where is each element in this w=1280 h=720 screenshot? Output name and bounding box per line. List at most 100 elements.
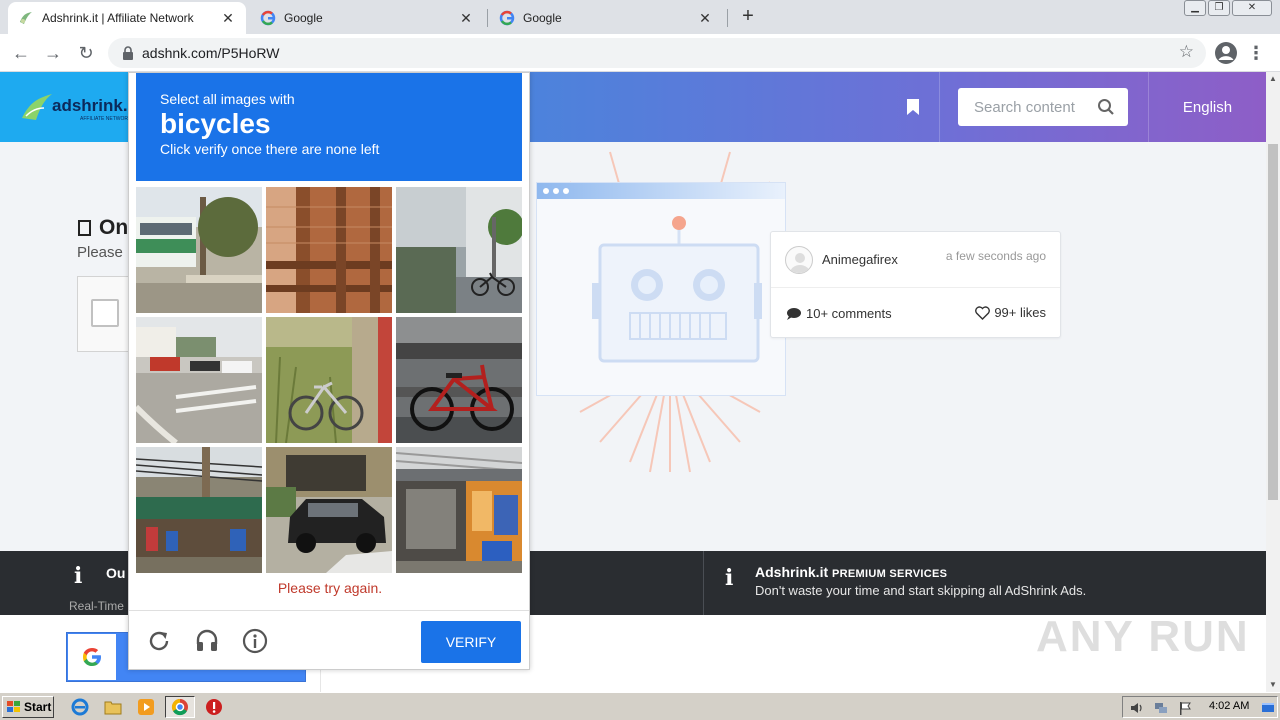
chrome-taskbar-icon[interactable] (165, 696, 195, 718)
info-left-subtitle: Real-Time (69, 599, 124, 613)
antivirus-icon[interactable] (204, 697, 224, 717)
internet-explorer-icon[interactable] (70, 697, 90, 717)
likes-label: 99+ likes (994, 305, 1046, 320)
search-icon (1098, 99, 1114, 115)
image-tile-red-bicycle[interactable] (396, 317, 522, 443)
image-tile-wooden-railing[interactable] (266, 187, 392, 313)
start-button[interactable]: Start (2, 696, 54, 718)
challenge-hint: Click verify once there are none left (160, 141, 380, 157)
language-selector[interactable]: English (1148, 72, 1266, 142)
new-tab-button[interactable]: + (736, 6, 760, 28)
premium-subtitle: PREMIUM SERVICES (832, 568, 948, 580)
google-logo-icon (68, 634, 116, 680)
image-tile-street-with-bus[interactable] (136, 187, 262, 313)
tab-google-1[interactable]: Google ✕ (250, 2, 484, 34)
close-window-button[interactable]: ✕ (1232, 0, 1272, 16)
windows-logo-icon (7, 701, 20, 712)
post-card: Animegafirex a few seconds ago 10+ comme… (770, 231, 1061, 338)
post-time: a few seconds ago (945, 249, 1046, 263)
tab-title: Adshrink.it | Affiliate Network (42, 11, 194, 25)
browser-menu-icon[interactable]: ⋮ (1246, 41, 1266, 65)
divider (703, 551, 704, 615)
premium-title: Adshrink.it PREMIUM SERVICES (755, 564, 947, 580)
page-scrollbar[interactable]: ▲ ▼ (1266, 72, 1280, 692)
user-avatar-icon (790, 253, 810, 273)
address-bar[interactable]: adshnk.com/P5HoRW ☆ (108, 38, 1206, 68)
reload-icon[interactable]: ↻ (74, 41, 98, 65)
challenge-instruction: Select all images with (160, 91, 295, 107)
tab-separator (727, 9, 728, 27)
back-arrow-icon[interactable]: ← (9, 41, 33, 65)
profile-avatar-icon[interactable] (1214, 41, 1238, 65)
comments-count[interactable]: 10+ comments (786, 306, 892, 321)
bookmark-star-icon[interactable]: ☆ (1179, 42, 1194, 62)
search-button[interactable] (1094, 95, 1118, 119)
volume-icon[interactable] (1129, 700, 1145, 716)
clock[interactable]: 4:02 AM (1209, 700, 1249, 712)
reload-challenge-icon[interactable] (145, 627, 173, 655)
tab-title: Google (284, 11, 323, 25)
lock-icon (123, 46, 133, 60)
browser-illustration (536, 182, 786, 396)
info-help-icon[interactable] (241, 627, 269, 655)
tab-strip: Adshrink.it | Affiliate Network ✕ Google… (0, 0, 1280, 34)
heart-icon (975, 305, 991, 320)
flag-icon[interactable] (1177, 700, 1193, 716)
challenge-header: Select all images with bicycles Click ve… (136, 73, 522, 181)
illustration-dot (543, 188, 549, 194)
likes-count[interactable]: 99+ likes (975, 305, 1046, 320)
close-tab-icon[interactable]: ✕ (697, 10, 713, 26)
bird-logo-icon (22, 94, 52, 120)
logo-subtitle: AFFILIATE NETWORK (80, 116, 132, 122)
show-desktop-icon[interactable] (1261, 700, 1275, 716)
image-tile-market-street[interactable] (136, 447, 262, 573)
site-logo[interactable]: adshrink.it AFFILIATE NETWORK (0, 72, 140, 142)
logo-text: adshrink.it (52, 96, 138, 115)
image-tile-storefront[interactable] (396, 447, 522, 573)
image-tile-parked-cars[interactable] (266, 447, 392, 573)
challenge-target: bicycles (160, 108, 271, 139)
scroll-down-arrow-icon[interactable]: ▼ (1266, 678, 1280, 692)
tab-google-2[interactable]: Google ✕ (489, 2, 723, 34)
bookmark-icon (906, 99, 919, 115)
robot-face-icon (592, 216, 762, 363)
forward-arrow-icon[interactable]: → (41, 41, 65, 65)
tab-adshrink[interactable]: Adshrink.it | Affiliate Network ✕ (8, 2, 246, 34)
system-tray: 4:02 AM (1122, 696, 1278, 718)
tab-separator (487, 9, 488, 27)
image-tile-building-with-bicycle[interactable] (396, 187, 522, 313)
browser-toolbar: ← → ↻ adshnk.com/P5HoRW ☆ ⋮ (0, 34, 1280, 72)
illustration-dot (563, 188, 569, 194)
comments-label: 10+ comments (806, 306, 892, 321)
checkbox-icon (78, 220, 91, 236)
tab-title: Google (523, 11, 562, 25)
page-viewport: adshrink.it AFFILIATE NETWORK English (0, 72, 1266, 692)
premium-description: Don't waste your time and start skipping… (755, 583, 1087, 598)
illustration-dot (553, 188, 559, 194)
image-tile-road-intersection[interactable] (136, 317, 262, 443)
bookmark-button[interactable] (886, 72, 940, 142)
scroll-up-arrow-icon[interactable]: ▲ (1266, 72, 1280, 86)
start-label: Start (24, 700, 52, 714)
recaptcha-checkbox[interactable] (91, 299, 119, 327)
window-controls: ▁ ❐ ✕ (1184, 0, 1272, 16)
site-search (958, 88, 1128, 126)
close-tab-icon[interactable]: ✕ (220, 10, 236, 26)
image-tile-bicycle-in-grass[interactable] (266, 317, 392, 443)
verify-button[interactable]: VERIFY (421, 621, 521, 663)
audio-challenge-icon[interactable] (193, 627, 221, 655)
info-icon: i (725, 565, 734, 591)
network-icon[interactable] (1153, 700, 1169, 716)
post-author[interactable]: Animegafirex (822, 252, 898, 267)
minimize-button[interactable]: ▁ (1184, 0, 1206, 16)
page-title-text: On (99, 216, 129, 239)
image-grid (136, 187, 526, 577)
file-explorer-icon[interactable] (103, 697, 123, 717)
recaptcha-challenge: Select all images with bicycles Click ve… (128, 72, 530, 670)
close-tab-icon[interactable]: ✕ (458, 10, 474, 26)
scrollbar-thumb[interactable] (1268, 144, 1278, 500)
error-message: Please try again. (277, 580, 383, 596)
restore-button[interactable]: ❐ (1208, 0, 1230, 16)
search-input[interactable] (974, 98, 1092, 116)
media-player-icon[interactable] (136, 697, 156, 717)
